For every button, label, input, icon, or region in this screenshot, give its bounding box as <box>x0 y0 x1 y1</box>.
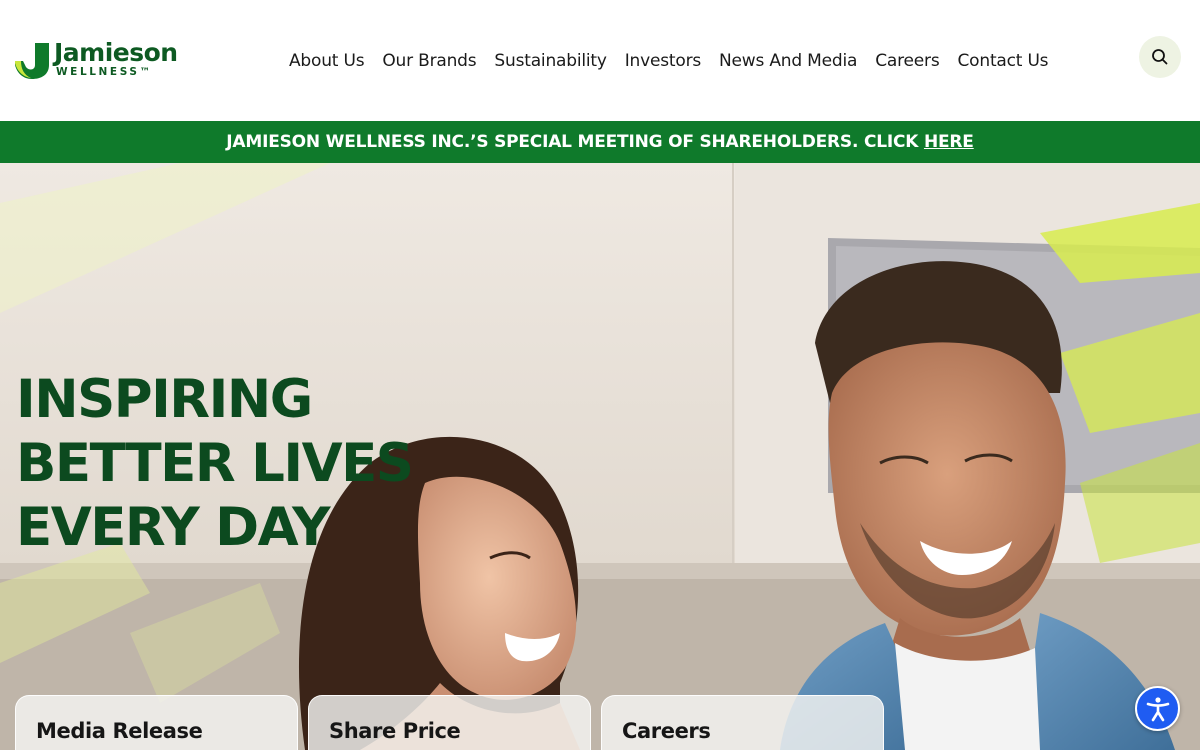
jamieson-wellness-logo[interactable]: Jamieson WELLNESS™ <box>15 38 195 82</box>
media-release-card[interactable]: Media Release <box>15 695 298 750</box>
search-icon <box>1152 49 1168 65</box>
announcement-here-link[interactable]: HERE <box>924 132 974 152</box>
logo-subtitle: WELLNESS™ <box>56 66 153 78</box>
hero-headline: INSPIRING BETTER LIVES EVERY DAY <box>16 368 436 560</box>
share-price-card[interactable]: Share Price <box>308 695 591 750</box>
nav-about-us[interactable]: About Us <box>280 48 373 74</box>
hero-headline-line-2: BETTER LIVES <box>16 433 414 494</box>
accessibility-button[interactable] <box>1135 686 1180 731</box>
nav-contact-us[interactable]: Contact Us <box>949 48 1058 74</box>
main-nav: About Us Our Brands Sustainability Inves… <box>280 48 1057 74</box>
nav-careers[interactable]: Careers <box>866 48 948 74</box>
logo-wordmark: Jamieson <box>54 38 178 67</box>
hero-section: INSPIRING BETTER LIVES EVERY DAY Media R… <box>0 163 1200 750</box>
nav-sustainability[interactable]: Sustainability <box>485 48 615 74</box>
hero-headline-line-1: INSPIRING <box>16 369 313 430</box>
accessibility-icon <box>1146 696 1169 721</box>
nav-investors[interactable]: Investors <box>616 48 710 74</box>
announcement-bar: JAMIESON WELLNESS INC.’S SPECIAL MEETING… <box>0 121 1200 163</box>
card-title: Share Price <box>329 719 461 743</box>
site-header: Jamieson WELLNESS™ About Us Our Brands S… <box>0 0 1200 121</box>
careers-card[interactable]: Careers <box>601 695 884 750</box>
jamieson-j-logo-icon <box>15 43 49 79</box>
card-title: Careers <box>622 719 711 743</box>
card-title: Media Release <box>36 719 203 743</box>
announcement-text: JAMIESON WELLNESS INC.’S SPECIAL MEETING… <box>226 132 924 152</box>
nav-our-brands[interactable]: Our Brands <box>373 48 485 74</box>
hero-headline-line-3: EVERY DAY <box>16 497 331 558</box>
search-button[interactable] <box>1139 36 1181 78</box>
nav-news-and-media[interactable]: News And Media <box>710 48 866 74</box>
